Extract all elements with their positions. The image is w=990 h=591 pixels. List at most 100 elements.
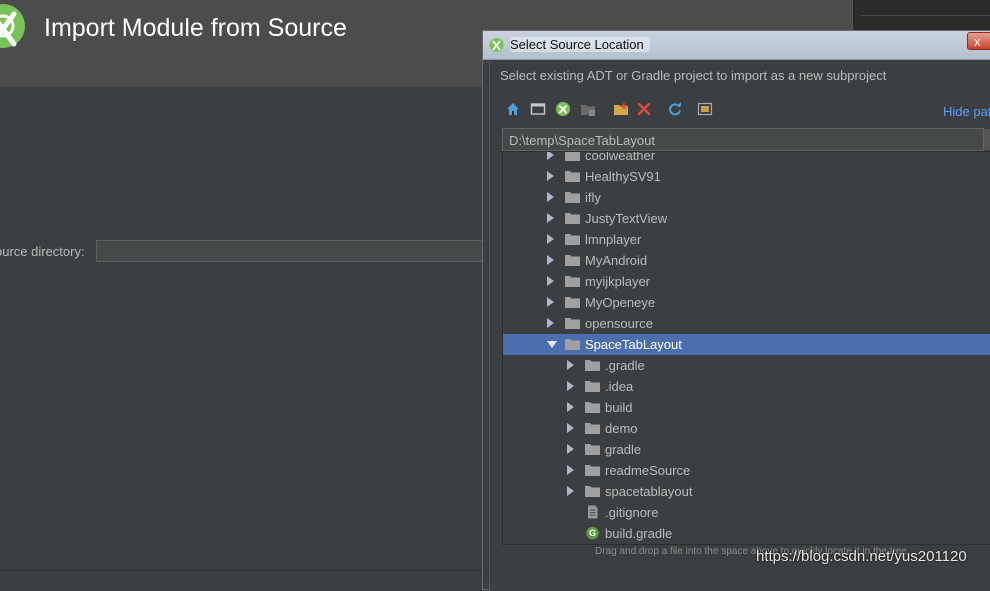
tree-row[interactable]: myijkplayer <box>503 271 990 292</box>
dialog-titlebar[interactable]: Select Source Location x <box>483 31 990 60</box>
chevron-right-icon[interactable] <box>547 255 554 265</box>
folder-icon <box>565 171 580 182</box>
tree-row[interactable]: MyAndroid <box>503 250 990 271</box>
folder-icon <box>565 234 580 245</box>
tree-row[interactable]: spacetablayout <box>503 481 990 502</box>
tree-item-label: spacetablayout <box>605 484 693 499</box>
tree-item-label: ifly <box>585 190 601 205</box>
module-button[interactable] <box>578 99 598 119</box>
tree-item-label: readmeSource <box>605 463 691 478</box>
chevron-right-icon[interactable] <box>547 192 554 202</box>
folder-icon <box>585 360 600 371</box>
project-button[interactable] <box>553 99 573 119</box>
folder-icon <box>585 465 600 476</box>
dialog-title: Select Source Location <box>510 37 650 52</box>
tree-item-label: opensource <box>585 316 653 331</box>
svg-text:G: G <box>589 528 596 538</box>
delete-icon <box>637 102 651 116</box>
chevron-right-icon[interactable] <box>547 171 554 181</box>
file-chooser-toolbar <box>503 99 763 123</box>
desktop-button[interactable] <box>528 99 548 119</box>
tree-item-label: myijkplayer <box>585 274 651 289</box>
tree-item-label: gradle <box>605 442 642 457</box>
tree-row[interactable]: gradle <box>503 439 990 460</box>
tree-item-label: HealthySV91 <box>585 169 661 184</box>
folder-icon <box>565 192 580 203</box>
tree-row[interactable]: HealthySV91 <box>503 166 990 187</box>
delete-button[interactable] <box>634 99 654 119</box>
tree-row[interactable]: .gitignore <box>503 502 990 523</box>
android-studio-logo-icon <box>0 4 25 48</box>
chevron-right-icon[interactable] <box>567 402 574 412</box>
wizard-title: Import Module from Source <box>44 14 347 42</box>
chevron-right-icon[interactable] <box>547 234 554 244</box>
hide-path-link[interactable]: Hide pat <box>943 104 990 119</box>
dialog-description: Select existing ADT or Gradle project to… <box>500 68 887 83</box>
tree-row[interactable]: readmeSource <box>503 460 990 481</box>
tree-item-label: MyAndroid <box>585 253 648 268</box>
chevron-right-icon[interactable] <box>547 297 554 307</box>
home-icon <box>507 103 519 115</box>
chevron-right-icon[interactable] <box>567 444 574 454</box>
tree-row[interactable]: SpaceTabLayout <box>503 334 990 355</box>
folder-icon <box>585 423 600 434</box>
folder-icon <box>585 444 600 455</box>
folder-icon <box>585 402 600 413</box>
close-button[interactable]: x <box>967 32 990 50</box>
background-panel <box>852 0 990 30</box>
folder-icon <box>565 152 580 161</box>
chevron-right-icon[interactable] <box>547 152 554 160</box>
tree-item-label: SpaceTabLayout <box>585 337 682 352</box>
tree-row[interactable]: MyOpeneye <box>503 292 990 313</box>
folder-icon <box>565 276 580 287</box>
source-directory-input[interactable] <box>96 240 486 262</box>
folder-icon <box>565 318 580 329</box>
chevron-right-icon[interactable] <box>567 465 574 475</box>
tree-row[interactable]: lmnplayer <box>503 229 990 250</box>
watermark-text: https://blog.csdn.net/yus201120 <box>756 548 967 565</box>
new-folder-button[interactable] <box>611 99 631 119</box>
tree-row[interactable]: JustyTextView <box>503 208 990 229</box>
tree-row[interactable]: ifly <box>503 187 990 208</box>
tree-row[interactable]: opensource <box>503 313 990 334</box>
desktop-icon <box>530 103 546 115</box>
tree-item-label: demo <box>605 421 638 436</box>
tree-item-label: .gitignore <box>605 505 659 520</box>
path-history-button[interactable] <box>984 129 990 150</box>
module-icon <box>581 105 595 116</box>
tree-item-label: .idea <box>605 379 634 394</box>
source-directory-label: ource directory: <box>0 244 85 259</box>
folder-icon <box>565 339 580 350</box>
tree-item-label: lmnplayer <box>585 232 642 247</box>
chevron-right-icon[interactable] <box>547 213 554 223</box>
tree-item-label: JustyTextView <box>585 211 668 226</box>
android-studio-icon <box>489 38 504 52</box>
text-file-icon <box>588 505 598 519</box>
tree-row[interactable]: demo <box>503 418 990 439</box>
tree-row[interactable]: coolweather <box>503 151 990 166</box>
chevron-right-icon[interactable] <box>567 360 574 370</box>
new-folder-icon <box>614 102 628 115</box>
tree-item-label: build.gradle <box>605 526 673 541</box>
chevron-right-icon[interactable] <box>567 423 574 433</box>
divider <box>0 570 484 571</box>
home-button[interactable] <box>503 99 523 119</box>
tree-row[interactable]: build <box>503 397 990 418</box>
tree-row[interactable]: .idea <box>503 376 990 397</box>
file-tree[interactable]: coolweather HealthySV91 ifly JustyTextView l… <box>502 151 990 545</box>
folder-icon <box>585 381 600 392</box>
chevron-down-icon[interactable] <box>547 341 557 348</box>
path-field[interactable]: D:\temp\SpaceTabLayout <box>502 128 984 151</box>
show-hidden-button[interactable] <box>695 99 715 119</box>
folder-icon <box>565 255 580 266</box>
tree-item-label: coolweather <box>585 151 656 163</box>
chevron-right-icon[interactable] <box>547 318 554 328</box>
chevron-right-icon[interactable] <box>567 486 574 496</box>
tree-row[interactable]: .gradle <box>503 355 990 376</box>
chevron-right-icon[interactable] <box>567 381 574 391</box>
folder-icon <box>565 213 580 224</box>
select-source-location-dialog: Select Source Location x Select existing… <box>482 30 990 591</box>
tree-row[interactable]: Gbuild.gradle <box>503 523 990 544</box>
chevron-right-icon[interactable] <box>547 276 554 286</box>
refresh-button[interactable] <box>665 99 685 119</box>
